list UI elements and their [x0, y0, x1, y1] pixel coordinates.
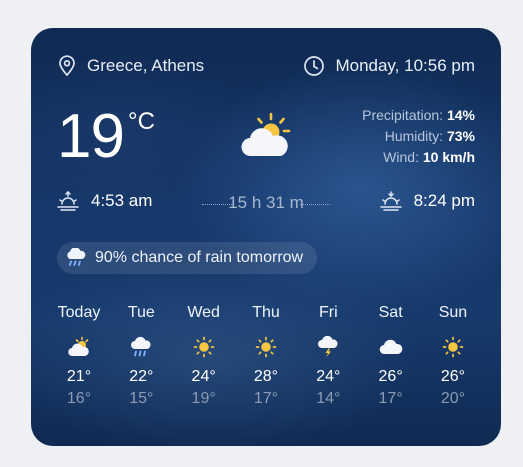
- sun-icon: [442, 336, 464, 358]
- sunset-time: 8:24 pm: [413, 191, 475, 210]
- weather-card: Greece, Athens Monday, 10:56 pm 19 °C Pr…: [31, 28, 501, 446]
- partly-cloudy-icon: [241, 112, 291, 157]
- clock-icon: [304, 56, 325, 76]
- day-label: Wed: [187, 304, 220, 321]
- precipitation-label: Precipitation:: [362, 107, 444, 123]
- high-temp: 26°: [440, 368, 466, 385]
- wind-value: 10 km/h: [422, 149, 475, 165]
- high-temp: 22°: [129, 368, 154, 385]
- rain-icon: [131, 336, 151, 357]
- precipitation-row: Precipitation: 14%: [362, 105, 475, 126]
- high-temp: 21°: [66, 368, 92, 385]
- sunrise-time: 4:53 am: [91, 191, 153, 210]
- humidity-value: 73%: [446, 128, 475, 144]
- forecast-day[interactable]: Thu 28° 17°: [236, 304, 296, 408]
- rain-icon: [67, 248, 86, 266]
- location-label: Greece, Athens: [87, 56, 205, 75]
- day-label: Today: [57, 304, 101, 321]
- forecast-day[interactable]: Sat 26° 17°: [361, 304, 421, 408]
- day-label: Tue: [127, 304, 155, 321]
- thunderstorm-icon: [318, 336, 338, 357]
- precipitation-value: 14%: [446, 107, 475, 123]
- sunrise-icon: [57, 191, 79, 211]
- rain-chance-text: 90% chance of rain tomorrow: [95, 249, 304, 266]
- high-temp: 26°: [378, 368, 403, 385]
- day-length: 15 h 31 m: [228, 193, 304, 212]
- day-label: Thu: [252, 304, 280, 321]
- wind-label: Wind:: [383, 149, 419, 165]
- high-temp: 24°: [191, 368, 216, 385]
- high-temp: 28°: [253, 368, 279, 385]
- day-label: Sat: [378, 304, 403, 321]
- sunrise: 4:53 am: [57, 191, 152, 211]
- sun-icon: [255, 336, 277, 358]
- date-time: Monday, 10:56 pm: [303, 55, 475, 77]
- temperature-value: 19: [57, 102, 125, 171]
- forecast-day[interactable]: Today 21° 16°: [49, 304, 109, 408]
- temperature-unit: °C: [127, 108, 155, 135]
- divider-dots-right: [300, 204, 330, 205]
- location-pin-icon: [59, 55, 75, 77]
- rain-chance-badge[interactable]: 90% chance of rain tomorrow: [57, 242, 318, 274]
- forecast-day[interactable]: Tue 22° 15°: [111, 304, 171, 408]
- forecast-day[interactable]: Fri 24° 14°: [298, 304, 358, 408]
- current-temperature: 19 °C: [57, 106, 155, 168]
- sunset-icon: [379, 191, 402, 211]
- humidity-label: Humidity:: [384, 128, 444, 144]
- weekly-forecast: Today 21° 16° Tue 22° 15° Wed 24° 19° Th…: [49, 304, 483, 408]
- forecast-day[interactable]: Wed 24° 19°: [174, 304, 234, 408]
- current-stats: Precipitation: 14% Humidity: 73% Wind: 1…: [362, 105, 475, 168]
- date-time-label: Monday, 10:56 pm: [335, 56, 475, 75]
- day-label: Fri: [318, 304, 338, 321]
- partly-cloudy-icon: [68, 336, 89, 357]
- humidity-row: Humidity: 73%: [362, 126, 475, 147]
- cloud-icon: [379, 339, 402, 355]
- low-temp: 14°: [316, 390, 341, 407]
- low-temp: 16°: [66, 390, 92, 407]
- sun-icon: [193, 336, 215, 358]
- sunset: 8:24 pm: [379, 191, 475, 211]
- sun-times: 4:53 am 15 h 31 m 8:24 pm: [57, 191, 475, 219]
- forecast-day[interactable]: Sun 26° 20°: [423, 304, 483, 408]
- low-temp: 19°: [191, 390, 216, 407]
- day-label: Sun: [438, 304, 468, 321]
- high-temp: 24°: [316, 368, 341, 385]
- low-temp: 15°: [129, 390, 154, 407]
- low-temp: 17°: [253, 390, 279, 407]
- wind-row: Wind: 10 km/h: [362, 147, 475, 168]
- low-temp: 17°: [378, 390, 403, 407]
- low-temp: 20°: [440, 390, 466, 407]
- location[interactable]: Greece, Athens: [57, 55, 204, 77]
